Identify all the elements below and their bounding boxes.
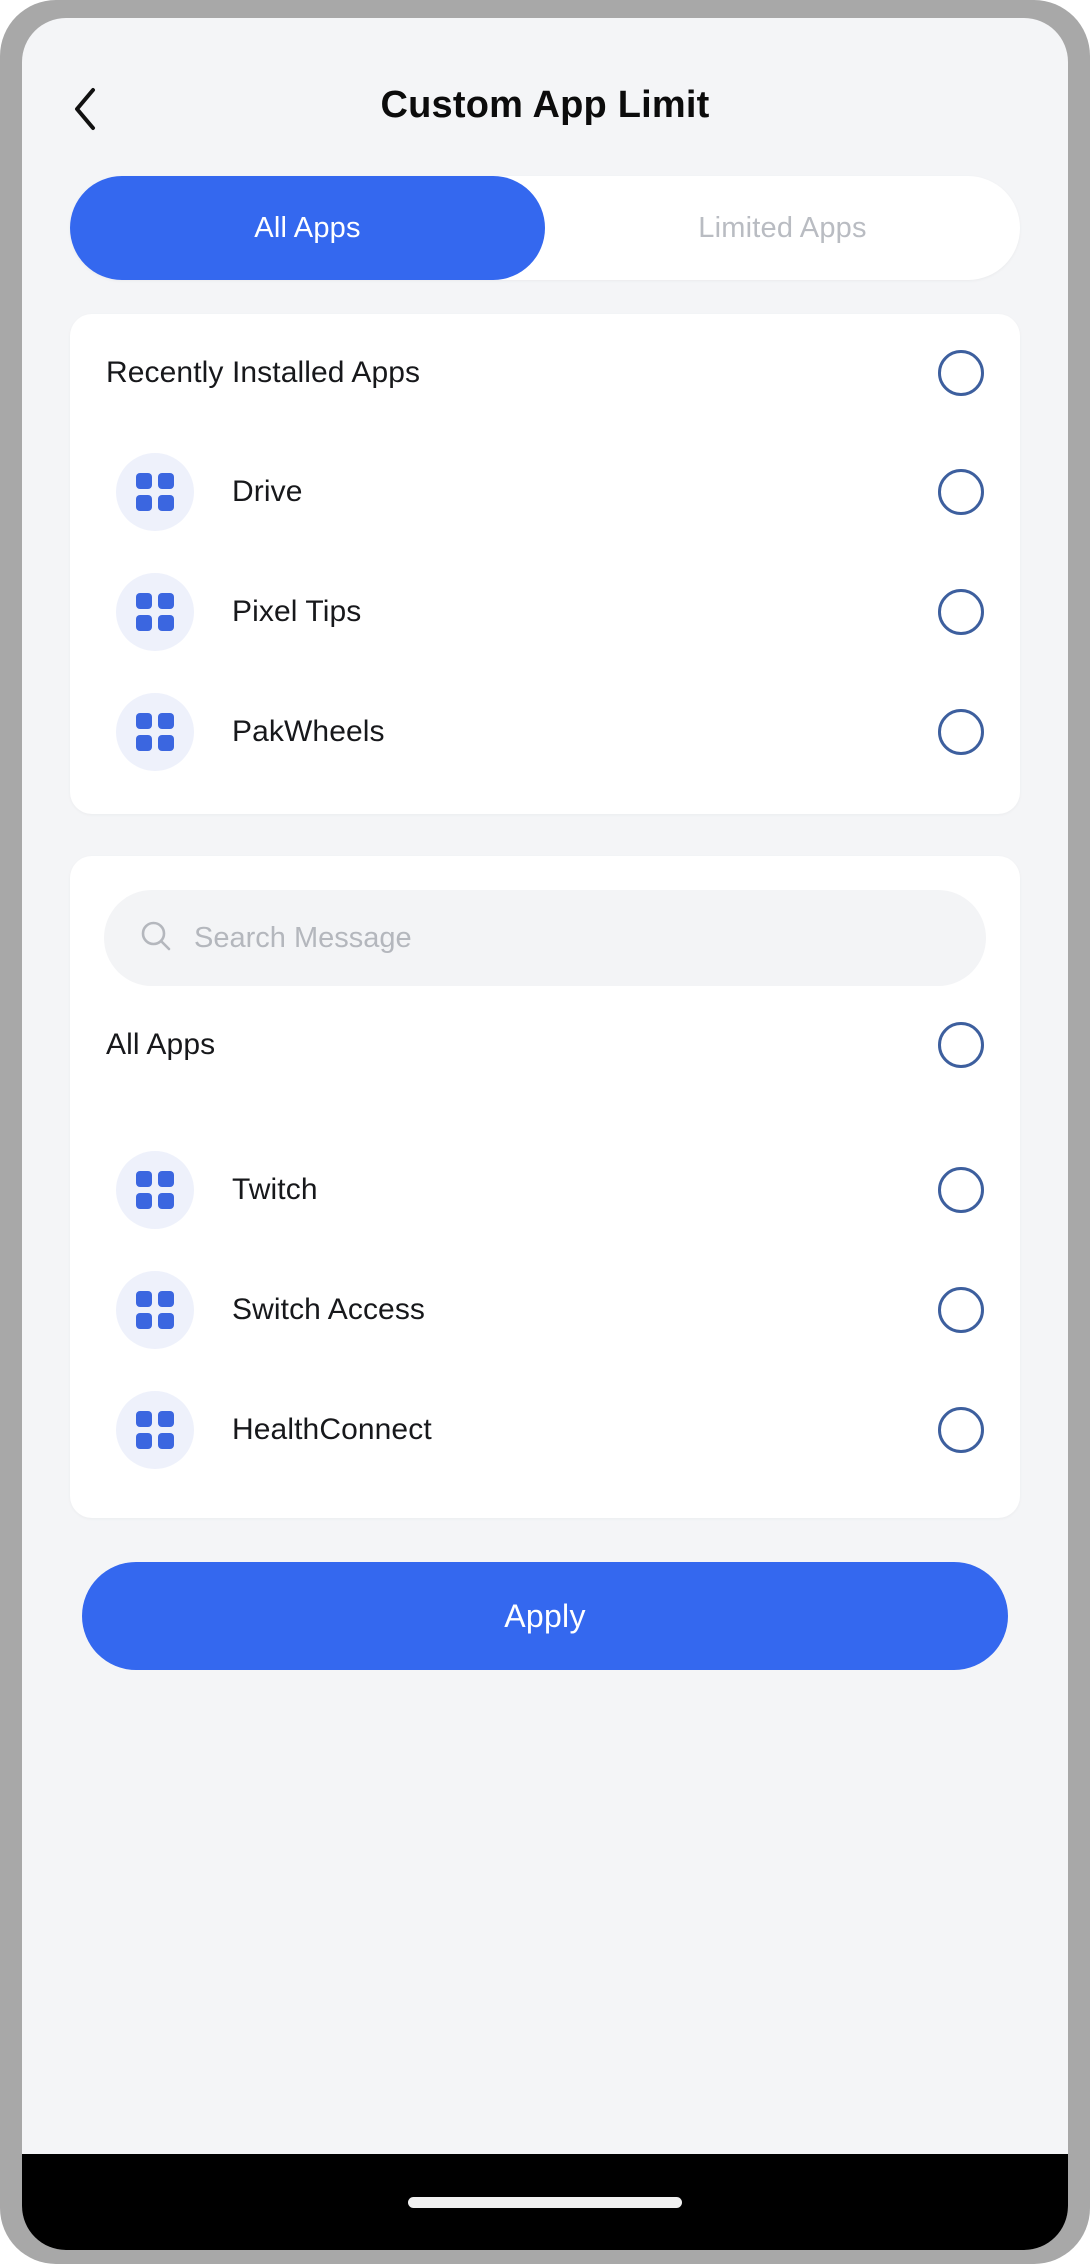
app-grid-icon (116, 693, 194, 771)
tab-all-apps[interactable]: All Apps (70, 176, 545, 280)
all-apps-section-radio[interactable] (938, 1022, 984, 1068)
app-name-pixel-tips: Pixel Tips (232, 595, 362, 628)
app-grid-icon (116, 1271, 194, 1349)
app-grid-icon (116, 1391, 194, 1469)
app-radio-pixel-tips[interactable] (938, 589, 984, 635)
app-name-pakwheels: PakWheels (232, 715, 385, 748)
recently-installed-radio[interactable] (938, 350, 984, 396)
apply-container: Apply (22, 1518, 1068, 1670)
phone-screen: Custom App Limit All Apps Limited Apps R… (22, 18, 1068, 2250)
tab-limited-apps-label: Limited Apps (698, 211, 867, 244)
search-box[interactable] (104, 890, 986, 986)
all-apps-section-header[interactable]: All Apps (70, 986, 1020, 1104)
tab-all-apps-label: All Apps (254, 211, 361, 244)
all-apps-section-title: All Apps (106, 1028, 216, 1061)
all-apps-card: All Apps Twitch Switch Access (70, 856, 1020, 1518)
app-name-healthconnect: HealthConnect (232, 1413, 432, 1446)
app-name-switch-access: Switch Access (232, 1293, 426, 1326)
page-title: Custom App Limit (380, 84, 710, 126)
search-input[interactable] (192, 920, 952, 956)
phone-frame: Custom App Limit All Apps Limited Apps R… (0, 0, 1090, 2264)
app-row-twitch[interactable]: Twitch (70, 1130, 1020, 1250)
tab-limited-apps[interactable]: Limited Apps (545, 176, 1020, 280)
app-row-pixel-tips[interactable]: Pixel Tips (70, 552, 1020, 672)
apply-button[interactable]: Apply (82, 1562, 1008, 1670)
app-header: Custom App Limit (22, 18, 1068, 146)
recently-installed-header[interactable]: Recently Installed Apps (70, 314, 1020, 432)
tab-bar: All Apps Limited Apps (70, 176, 1020, 280)
recently-installed-title: Recently Installed Apps (106, 356, 421, 389)
app-row-pakwheels[interactable]: PakWheels (70, 672, 1020, 792)
app-name-twitch: Twitch (232, 1173, 318, 1206)
app-grid-icon (116, 1151, 194, 1229)
app-radio-drive[interactable] (938, 469, 984, 515)
app-grid-icon (116, 573, 194, 651)
app-radio-switch-access[interactable] (938, 1287, 984, 1333)
system-navigation-bar (22, 2154, 1068, 2250)
app-name-drive: Drive (232, 475, 303, 508)
recently-installed-card: Recently Installed Apps Drive Pixel Tips (70, 314, 1020, 814)
app-radio-healthconnect[interactable] (938, 1407, 984, 1453)
search-icon (138, 918, 174, 959)
app-grid-icon (116, 453, 194, 531)
home-indicator[interactable] (408, 2196, 682, 2208)
app-radio-pakwheels[interactable] (938, 709, 984, 755)
search-container (70, 856, 1020, 986)
app-row-healthconnect[interactable]: HealthConnect (70, 1370, 1020, 1490)
app-radio-twitch[interactable] (938, 1167, 984, 1213)
app-row-drive[interactable]: Drive (70, 432, 1020, 552)
app-row-switch-access[interactable]: Switch Access (70, 1250, 1020, 1370)
